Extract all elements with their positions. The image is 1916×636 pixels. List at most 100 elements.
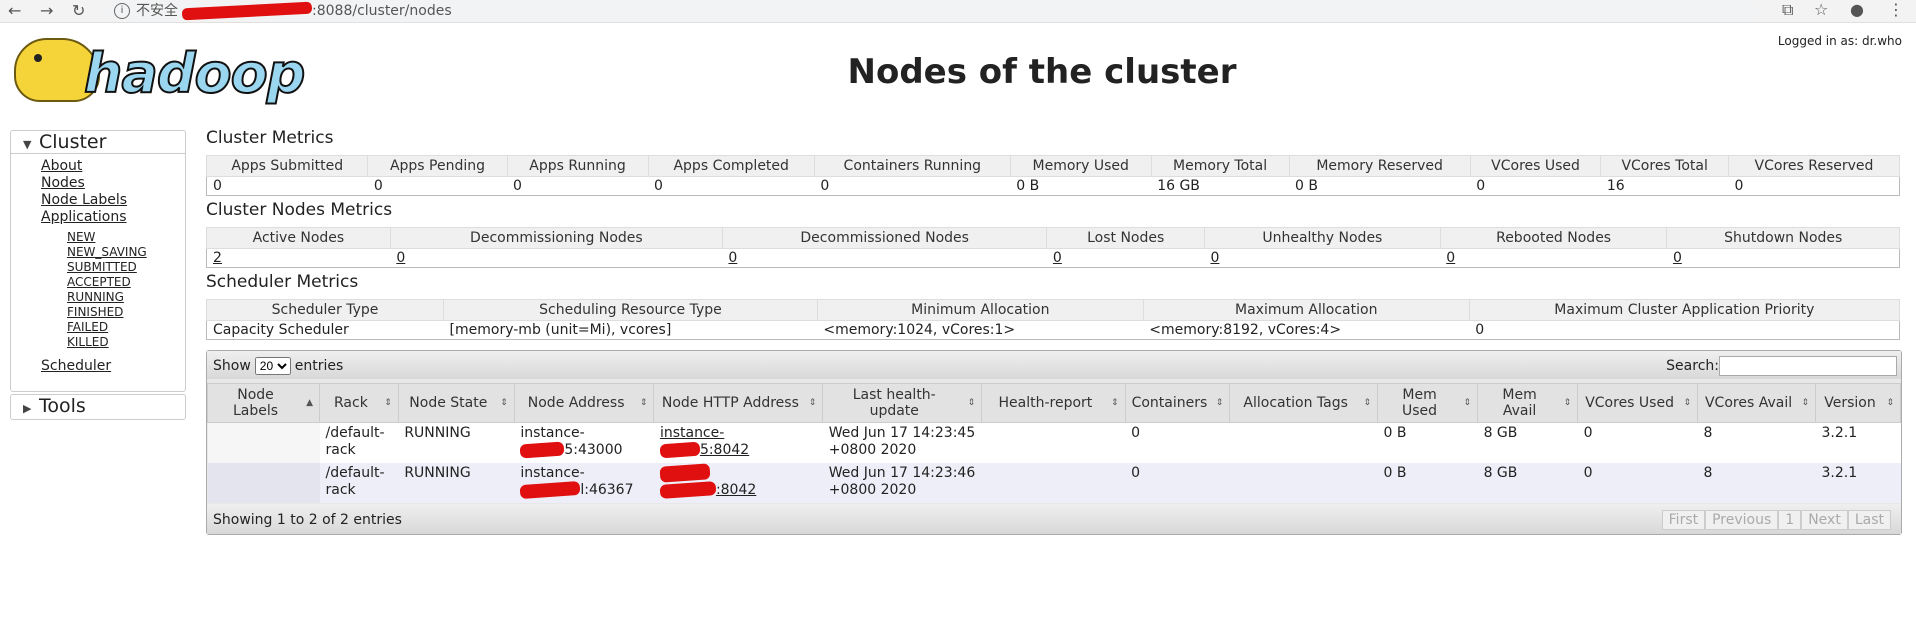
node-http-address-cell: :8042 bbox=[653, 463, 823, 503]
forward-arrow-icon[interactable]: → bbox=[40, 1, 53, 20]
next-page-button[interactable]: Next bbox=[1801, 510, 1848, 530]
page-title: Nodes of the cluster bbox=[847, 52, 1237, 92]
sort-asc-icon: ▲ bbox=[306, 398, 314, 408]
mem-avail-cell: 8 GB bbox=[1477, 422, 1578, 463]
sort-icon: ⇕ bbox=[1363, 398, 1372, 408]
sort-icon: ⇕ bbox=[1463, 398, 1472, 408]
rack-cell: /default-rack bbox=[319, 422, 399, 463]
node-labels-cell bbox=[207, 422, 320, 463]
last-page-button[interactable]: Last bbox=[1847, 510, 1891, 530]
nav-app-new[interactable]: NEW bbox=[11, 230, 185, 245]
vcores-avail-cell: 8 bbox=[1697, 422, 1816, 463]
cluster-nav-header[interactable]: ▼ Cluster bbox=[11, 131, 185, 154]
col-mem-used[interactable]: Mem Used ⇕ bbox=[1377, 383, 1479, 423]
nav-scheduler[interactable]: Scheduler bbox=[11, 358, 185, 375]
address-bar[interactable]: i 不安全:8088/cluster/nodes bbox=[108, 1, 1758, 21]
rack-cell: /default-rack bbox=[319, 463, 399, 503]
active-nodes-link[interactable]: 2 bbox=[213, 250, 222, 266]
metric-value: 0 bbox=[1728, 176, 1900, 196]
search-input[interactable] bbox=[1719, 356, 1897, 376]
nav-app-running[interactable]: RUNNING bbox=[11, 290, 185, 305]
node-address-cell: instance-l:46367 bbox=[514, 463, 654, 503]
rebooted-nodes-link[interactable]: 0 bbox=[1446, 250, 1455, 266]
version-cell: 3.2.1 bbox=[1815, 463, 1901, 503]
col-last-health-update[interactable]: Last health-update ⇕ bbox=[822, 383, 983, 423]
col-version[interactable]: Version ⇕ bbox=[1815, 383, 1901, 423]
state-cell: RUNNING bbox=[398, 422, 515, 463]
previous-page-button[interactable]: Previous bbox=[1705, 510, 1779, 530]
decommissioned-nodes-link[interactable]: 0 bbox=[728, 250, 737, 266]
page-1-button[interactable]: 1 bbox=[1778, 510, 1802, 530]
col-vcores-avail[interactable]: VCores Avail ⇕ bbox=[1697, 383, 1817, 423]
shutdown-nodes-link[interactable]: 0 bbox=[1673, 250, 1682, 266]
lost-nodes-link[interactable]: 0 bbox=[1053, 250, 1062, 266]
metric-header: Active Nodes bbox=[206, 227, 391, 249]
metric-value: 0 bbox=[206, 176, 368, 196]
metric-header: Shutdown Nodes bbox=[1666, 227, 1900, 249]
metric-header: Scheduler Type bbox=[205, 299, 445, 321]
sort-icon: ⇕ bbox=[1111, 398, 1119, 408]
node-labels-cell bbox=[207, 463, 320, 503]
metric-header: Decommissioned Nodes bbox=[721, 227, 1048, 249]
node-http-link[interactable]: :8042 bbox=[659, 463, 756, 499]
metric-value: 0 bbox=[648, 176, 815, 196]
col-node-http-address[interactable]: Node HTTP Address ⇕ bbox=[653, 383, 824, 423]
sort-icon: ⇕ bbox=[808, 398, 817, 408]
nav-app-killed[interactable]: KILLED bbox=[11, 335, 185, 350]
nav-app-finished[interactable]: FINISHED bbox=[11, 305, 185, 320]
metric-header: Memory Used bbox=[1009, 155, 1152, 177]
nav-app-submitted[interactable]: SUBMITTED bbox=[11, 260, 185, 275]
metric-header: VCores Total bbox=[1600, 155, 1729, 177]
node-http-address-cell: instance- 5:8042 bbox=[653, 422, 823, 463]
col-vcores-used[interactable]: VCores Used ⇕ bbox=[1577, 383, 1699, 423]
table-toolbar: Show 20 entries Search: bbox=[207, 351, 1901, 379]
first-page-button[interactable]: First bbox=[1661, 510, 1706, 530]
nav-app-new-saving[interactable]: NEW_SAVING bbox=[11, 245, 185, 260]
collapse-triangle-icon: ▼ bbox=[23, 138, 32, 151]
col-node-labels[interactable]: Node Labels ▲ bbox=[206, 383, 321, 423]
expand-triangle-icon: ▶ bbox=[23, 402, 32, 415]
nav-nodes[interactable]: Nodes bbox=[11, 175, 185, 192]
metric-header: Scheduling Resource Type bbox=[443, 299, 818, 321]
translate-icon[interactable]: ⧉ bbox=[1782, 0, 1793, 20]
version-cell: 3.2.1 bbox=[1815, 422, 1901, 463]
metric-header: Minimum Allocation bbox=[816, 299, 1144, 321]
decommissioning-nodes-link[interactable]: 0 bbox=[396, 250, 405, 266]
nav-node-labels[interactable]: Node Labels bbox=[11, 192, 185, 209]
metric-header: Memory Total bbox=[1150, 155, 1290, 177]
col-containers[interactable]: Containers ⇕ bbox=[1124, 383, 1231, 423]
account-icon[interactable]: ● bbox=[1850, 0, 1864, 19]
col-allocation-tags[interactable]: Allocation Tags ⇕ bbox=[1229, 383, 1379, 423]
info-icon[interactable]: i bbox=[114, 3, 130, 19]
page-length-control: Show 20 entries bbox=[213, 357, 343, 375]
cluster-metrics-title: Cluster Metrics bbox=[206, 128, 334, 148]
metric-header: Lost Nodes bbox=[1046, 227, 1205, 249]
scheduler-metrics-title: Scheduler Metrics bbox=[206, 272, 359, 292]
health-report-cell bbox=[981, 463, 1126, 503]
menu-icon[interactable]: ⋮ bbox=[1888, 0, 1904, 19]
node-address-cell: instance- 5:43000 bbox=[514, 422, 654, 463]
logged-in-user: Logged in as: dr.who bbox=[1777, 34, 1902, 48]
unhealthy-nodes-link[interactable]: 0 bbox=[1210, 250, 1219, 266]
col-rack[interactable]: Rack ⇕ bbox=[319, 383, 399, 423]
col-health-report[interactable]: Health-report ⇕ bbox=[981, 383, 1126, 423]
page-length-select[interactable]: 20 bbox=[254, 357, 291, 375]
tools-nav-header[interactable]: ▶ Tools bbox=[11, 395, 185, 417]
nav-about[interactable]: About bbox=[11, 158, 185, 175]
nav-applications[interactable]: Applications bbox=[11, 209, 185, 226]
col-node-address[interactable]: Node Address ⇕ bbox=[513, 383, 655, 423]
nav-app-accepted[interactable]: ACCEPTED bbox=[11, 275, 185, 290]
reload-icon[interactable]: ↻ bbox=[72, 1, 85, 20]
sort-icon: ⇕ bbox=[1886, 398, 1894, 408]
mem-avail-cell: 8 GB bbox=[1477, 463, 1578, 503]
metric-header: VCores Used bbox=[1469, 155, 1602, 177]
col-node-state[interactable]: Node State ⇕ bbox=[397, 383, 515, 423]
back-arrow-icon[interactable]: ← bbox=[8, 1, 21, 20]
nav-app-failed[interactable]: FAILED bbox=[11, 320, 185, 335]
col-mem-avail[interactable]: Mem Avail ⇕ bbox=[1477, 383, 1579, 423]
alloc-tags-cell bbox=[1229, 463, 1378, 503]
metric-header: Containers Running bbox=[813, 155, 1011, 177]
metric-header: Unhealthy Nodes bbox=[1203, 227, 1441, 249]
star-icon[interactable]: ☆ bbox=[1814, 0, 1828, 19]
node-http-link[interactable]: instance- 5:8042 bbox=[659, 425, 749, 459]
